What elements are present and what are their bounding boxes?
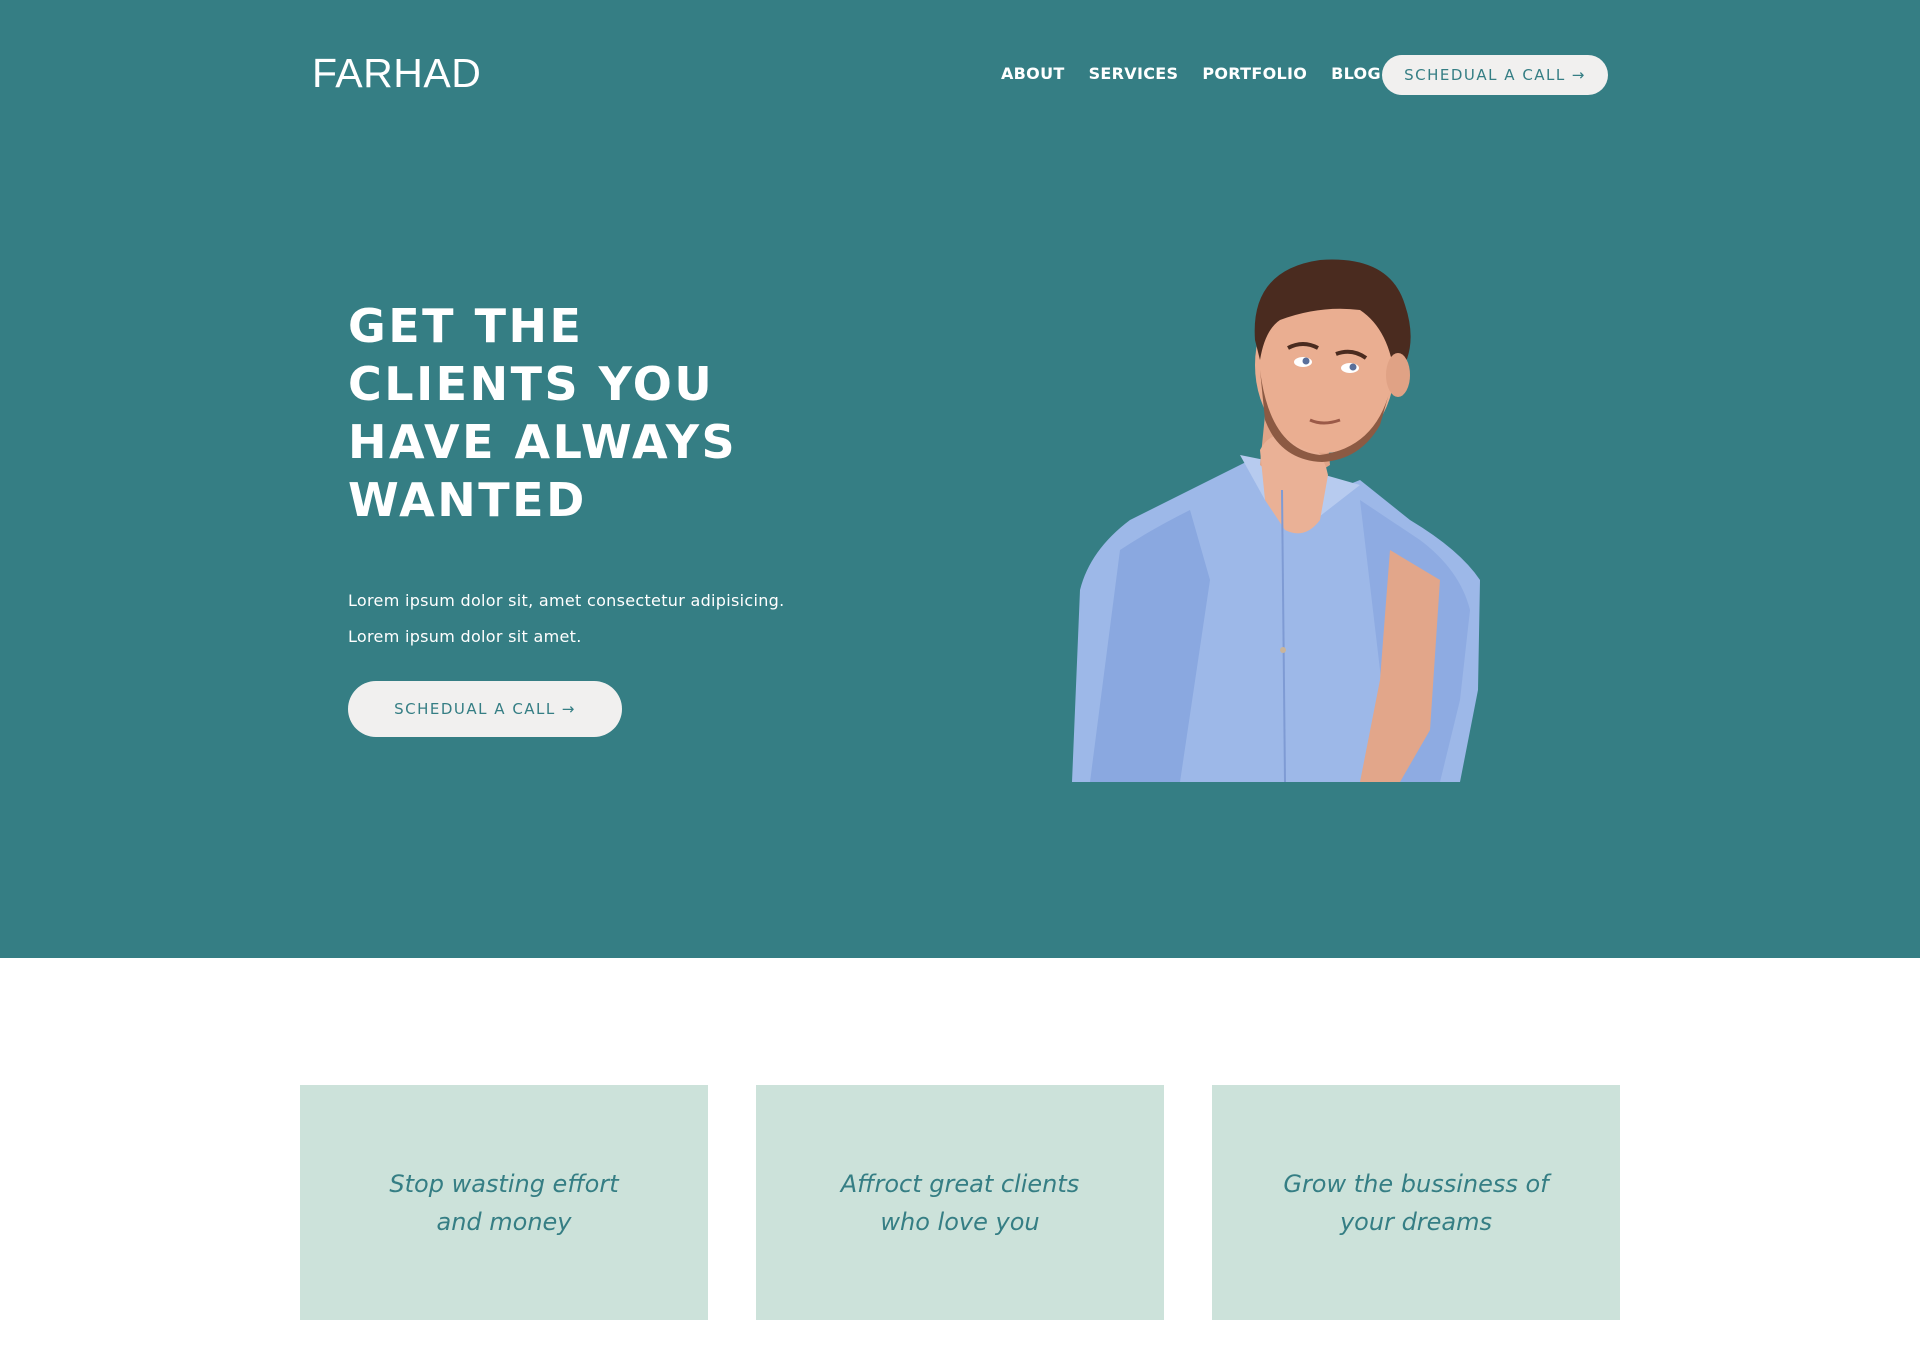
feature-card: Grow the bussiness of your dreams xyxy=(1212,1085,1620,1320)
card-line: and money xyxy=(436,1207,572,1236)
card-line: your dreams xyxy=(1339,1207,1493,1236)
headline-line: GET THE xyxy=(348,299,584,353)
feature-card: Stop wasting effort and money xyxy=(300,1085,708,1320)
header-schedule-call-button[interactable]: SCHEDUAL A CALL → xyxy=(1382,55,1608,95)
feature-card: Affroct great clients who love you xyxy=(756,1085,1164,1320)
feature-card-text: Stop wasting effort and money xyxy=(354,1165,654,1241)
headline-line: WANTED xyxy=(348,473,587,527)
main-nav: ABOUT SERVICES PORTFOLIO BLOG xyxy=(1001,64,1381,83)
arrow-right-icon: → xyxy=(561,700,576,718)
nav-portfolio[interactable]: PORTFOLIO xyxy=(1202,64,1307,83)
card-line: Grow the bussiness of xyxy=(1283,1169,1549,1198)
nav-about[interactable]: ABOUT xyxy=(1001,64,1065,83)
header-cta-label: SCHEDUAL A CALL xyxy=(1404,66,1566,84)
feature-card-text: Affroct great clients who love you xyxy=(810,1165,1110,1241)
hero-schedule-call-button[interactable]: SCHEDUAL A CALL → xyxy=(348,681,622,737)
subtext-line: Lorem ipsum dolor sit, amet consectetur … xyxy=(348,591,785,610)
nav-services[interactable]: SERVICES xyxy=(1089,64,1179,83)
card-line: who love you xyxy=(880,1207,1040,1236)
hero-section: FARHAD ABOUT SERVICES PORTFOLIO BLOG SCH… xyxy=(0,0,1920,958)
card-line: Stop wasting effort xyxy=(389,1169,619,1198)
headline-line: HAVE ALWAYS xyxy=(348,415,738,469)
nav-blog[interactable]: BLOG xyxy=(1331,64,1381,83)
arrow-right-icon: → xyxy=(1571,66,1586,84)
feature-card-text: Grow the bussiness of your dreams xyxy=(1266,1165,1566,1241)
hero-cta-label: SCHEDUAL A CALL xyxy=(394,700,556,718)
card-line: Affroct great clients xyxy=(840,1169,1080,1198)
hero-subtext: Lorem ipsum dolor sit, amet consectetur … xyxy=(348,583,785,655)
subtext-line: Lorem ipsum dolor sit amet. xyxy=(348,627,582,646)
site-logo[interactable]: FARHAD xyxy=(312,50,481,97)
hero-headline: GET THE CLIENTS YOU HAVE ALWAYS WANTED xyxy=(348,297,868,529)
headline-line: CLIENTS YOU xyxy=(348,357,715,411)
man-portrait-image xyxy=(1072,259,1480,782)
